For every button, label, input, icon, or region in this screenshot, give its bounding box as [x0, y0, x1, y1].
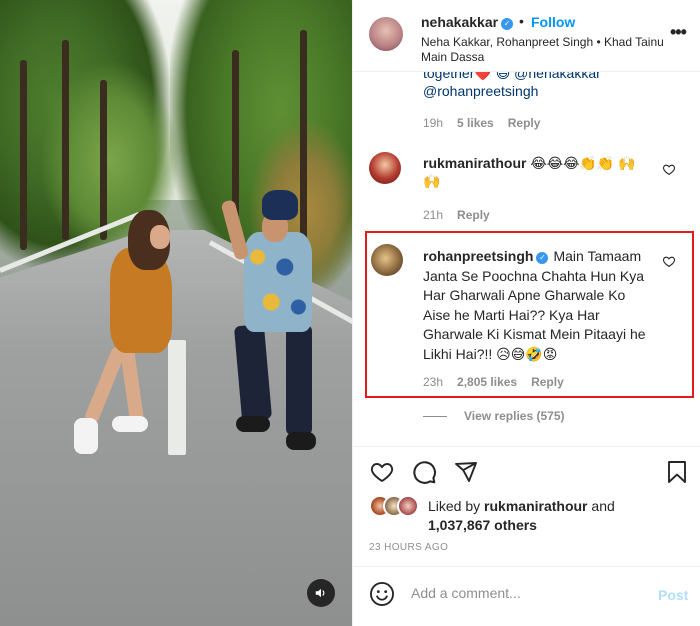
comment-input[interactable] — [411, 585, 641, 601]
liked-by-prefix: Liked by — [428, 498, 481, 514]
verified-icon: ✓ — [536, 252, 549, 264]
heart-icon[interactable] — [662, 163, 676, 176]
comment-time[interactable]: 21h — [423, 208, 443, 222]
comment-username[interactable]: rohanpreetsingh — [423, 248, 533, 264]
follow-button[interactable]: Follow — [531, 14, 575, 30]
comment-username[interactable]: rukmanirathour — [423, 155, 526, 171]
view-replies-button[interactable]: View replies (575) — [464, 409, 565, 423]
comment-likes[interactable]: 5 likes — [457, 116, 494, 130]
road-lane-marking — [168, 340, 186, 455]
tree-trunk — [62, 40, 69, 240]
divider — [353, 446, 700, 447]
comments-list[interactable]: together❤️ 😄 @nehakakkar @rohanpreetsing… — [353, 72, 700, 444]
liked-by-text: Liked by rukmanirathour and 1,037,867 ot… — [428, 497, 615, 535]
liked-by-user[interactable]: rukmanirathour — [484, 498, 587, 514]
comment-text: Main Tamaam Janta Se Poochna Chahta Hun … — [423, 248, 646, 362]
avatar[interactable] — [369, 17, 403, 51]
view-replies-line — [423, 416, 447, 417]
reply-button[interactable]: Reply — [508, 116, 541, 130]
comment-likes[interactable]: 2,805 likes — [457, 375, 517, 389]
more-options-button[interactable]: ••• — [670, 22, 687, 43]
man-shirt — [244, 232, 312, 332]
avatar[interactable] — [397, 495, 419, 517]
bookmark-icon[interactable] — [665, 459, 689, 485]
post-audio-info[interactable]: Neha Kakkar, Rohanpreet Singh • Khad Tai… — [421, 35, 676, 65]
mention-link[interactable]: @rohanpreetsingh — [423, 82, 538, 100]
share-icon[interactable] — [453, 460, 479, 484]
heart-icon[interactable] — [369, 460, 395, 484]
comment-text-partial: together❤️ 😄 @nehakakkar — [423, 72, 601, 81]
man-shoe — [286, 432, 316, 450]
post-video[interactable] — [0, 0, 352, 626]
man-turban — [262, 190, 298, 220]
woman-face — [150, 225, 170, 249]
avatar[interactable] — [371, 244, 403, 276]
tree-trunk — [300, 30, 307, 260]
man-leg — [286, 325, 312, 435]
heart-icon[interactable] — [662, 255, 676, 268]
comment-time[interactable]: 19h — [423, 116, 443, 130]
smiley-icon[interactable] — [369, 581, 395, 607]
comment-time[interactable]: 23h — [423, 375, 443, 389]
comment-icon[interactable] — [411, 459, 437, 485]
post-panel: nehakakkar ✓ • Follow Neha Kakkar, Rohanp… — [352, 0, 700, 626]
liked-by-and: and — [591, 498, 615, 514]
volume-icon — [315, 588, 325, 598]
man-shoe — [236, 416, 270, 432]
liked-by-others[interactable]: 1,037,867 others — [428, 517, 537, 533]
volume-button[interactable] — [307, 579, 335, 607]
post-username-text[interactable]: nehakakkar — [421, 14, 498, 30]
post-timestamp[interactable]: 23 HOURS AGO — [369, 542, 448, 553]
reply-button[interactable]: Reply — [531, 375, 564, 389]
post-header: nehakakkar ✓ • Follow Neha Kakkar, Rohanp… — [353, 0, 700, 72]
avatar[interactable] — [369, 152, 401, 184]
woman-shoe — [112, 416, 148, 432]
header-separator: • — [519, 13, 524, 29]
liked-by-avatars[interactable] — [369, 495, 429, 519]
reply-button[interactable]: Reply — [457, 208, 490, 222]
post-username[interactable]: nehakakkar ✓ — [421, 14, 514, 30]
post-button[interactable]: Post — [658, 587, 688, 603]
add-comment-bar: Post — [353, 566, 700, 626]
verified-icon: ✓ — [501, 18, 514, 30]
tree-trunk — [20, 60, 27, 250]
tree-trunk — [100, 80, 107, 240]
woman-shoe — [74, 418, 98, 454]
